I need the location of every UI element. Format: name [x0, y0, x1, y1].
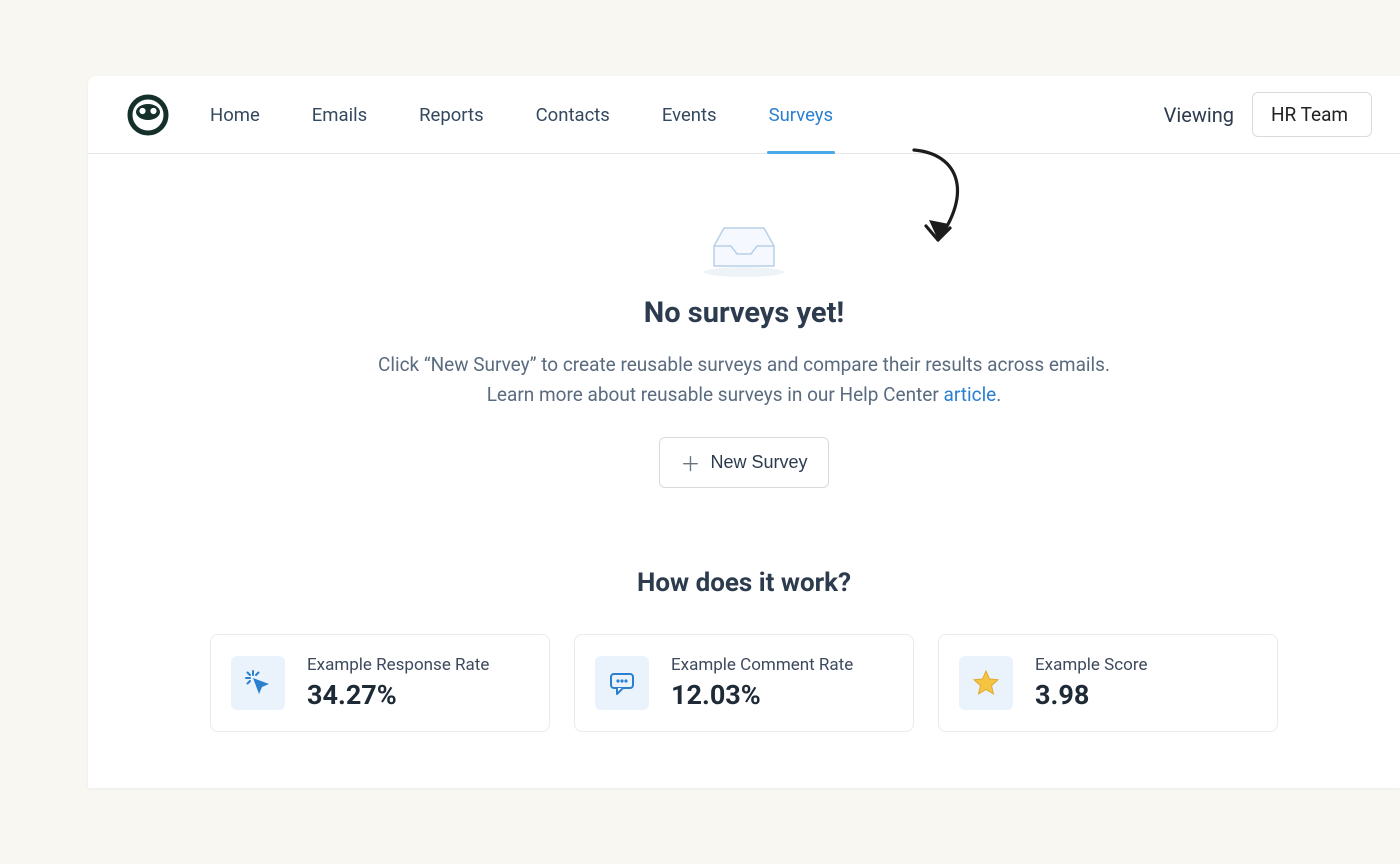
app-shell: Home Emails Reports Contacts Events Surv…	[88, 76, 1400, 788]
empty-desc-line2-prefix: Learn more about reusable surveys in our…	[487, 383, 944, 406]
help-center-article-link[interactable]: article	[944, 383, 997, 406]
example-cards: Example Response Rate 34.27% Example Com…	[88, 634, 1400, 732]
card-text: Example Score 3.98	[1035, 655, 1147, 711]
nav-home[interactable]: Home	[210, 76, 260, 153]
nav-reports[interactable]: Reports	[419, 76, 483, 153]
empty-state-title: No surveys yet!	[88, 296, 1400, 330]
empty-desc-line2-suffix: .	[996, 383, 1001, 406]
viewing-label: Viewing	[1164, 103, 1234, 127]
topbar: Home Emails Reports Contacts Events Surv…	[88, 76, 1400, 154]
how-it-works-title: How does it work?	[88, 568, 1400, 598]
empty-desc-line1: Click “New Survey” to create reusable su…	[378, 353, 1110, 376]
card-score: Example Score 3.98	[938, 634, 1278, 732]
card-text: Example Comment Rate 12.03%	[671, 655, 853, 711]
card-response-rate: Example Response Rate 34.27%	[210, 634, 550, 732]
nav-emails[interactable]: Emails	[312, 76, 367, 153]
nav-contacts[interactable]: Contacts	[536, 76, 610, 153]
card-value: 12.03%	[671, 679, 853, 711]
empty-inbox-icon	[699, 216, 789, 278]
team-select[interactable]: HR Team	[1252, 92, 1372, 137]
card-text: Example Response Rate 34.27%	[307, 655, 489, 711]
app-logo-icon	[126, 93, 170, 137]
annotation-arrow-icon	[900, 148, 980, 258]
card-value: 3.98	[1035, 679, 1147, 711]
card-comment-rate: Example Comment Rate 12.03%	[574, 634, 914, 732]
card-label: Example Score	[1035, 655, 1147, 675]
content: No surveys yet! Click “New Survey” to cr…	[88, 154, 1400, 732]
topbar-right: Viewing HR Team	[1164, 92, 1372, 137]
card-label: Example Comment Rate	[671, 655, 853, 675]
nav-surveys[interactable]: Surveys	[769, 76, 833, 153]
card-label: Example Response Rate	[307, 655, 489, 675]
main-nav: Home Emails Reports Contacts Events Surv…	[210, 76, 833, 153]
nav-events[interactable]: Events	[662, 76, 717, 153]
empty-state-description: Click “New Survey” to create reusable su…	[88, 350, 1400, 411]
card-value: 34.27%	[307, 679, 489, 711]
new-survey-button[interactable]: ＋ New Survey	[659, 437, 828, 488]
new-survey-button-label: New Survey	[710, 452, 807, 473]
comment-icon	[595, 656, 649, 710]
star-icon	[959, 656, 1013, 710]
click-icon	[231, 656, 285, 710]
plus-icon: ＋	[680, 448, 700, 477]
